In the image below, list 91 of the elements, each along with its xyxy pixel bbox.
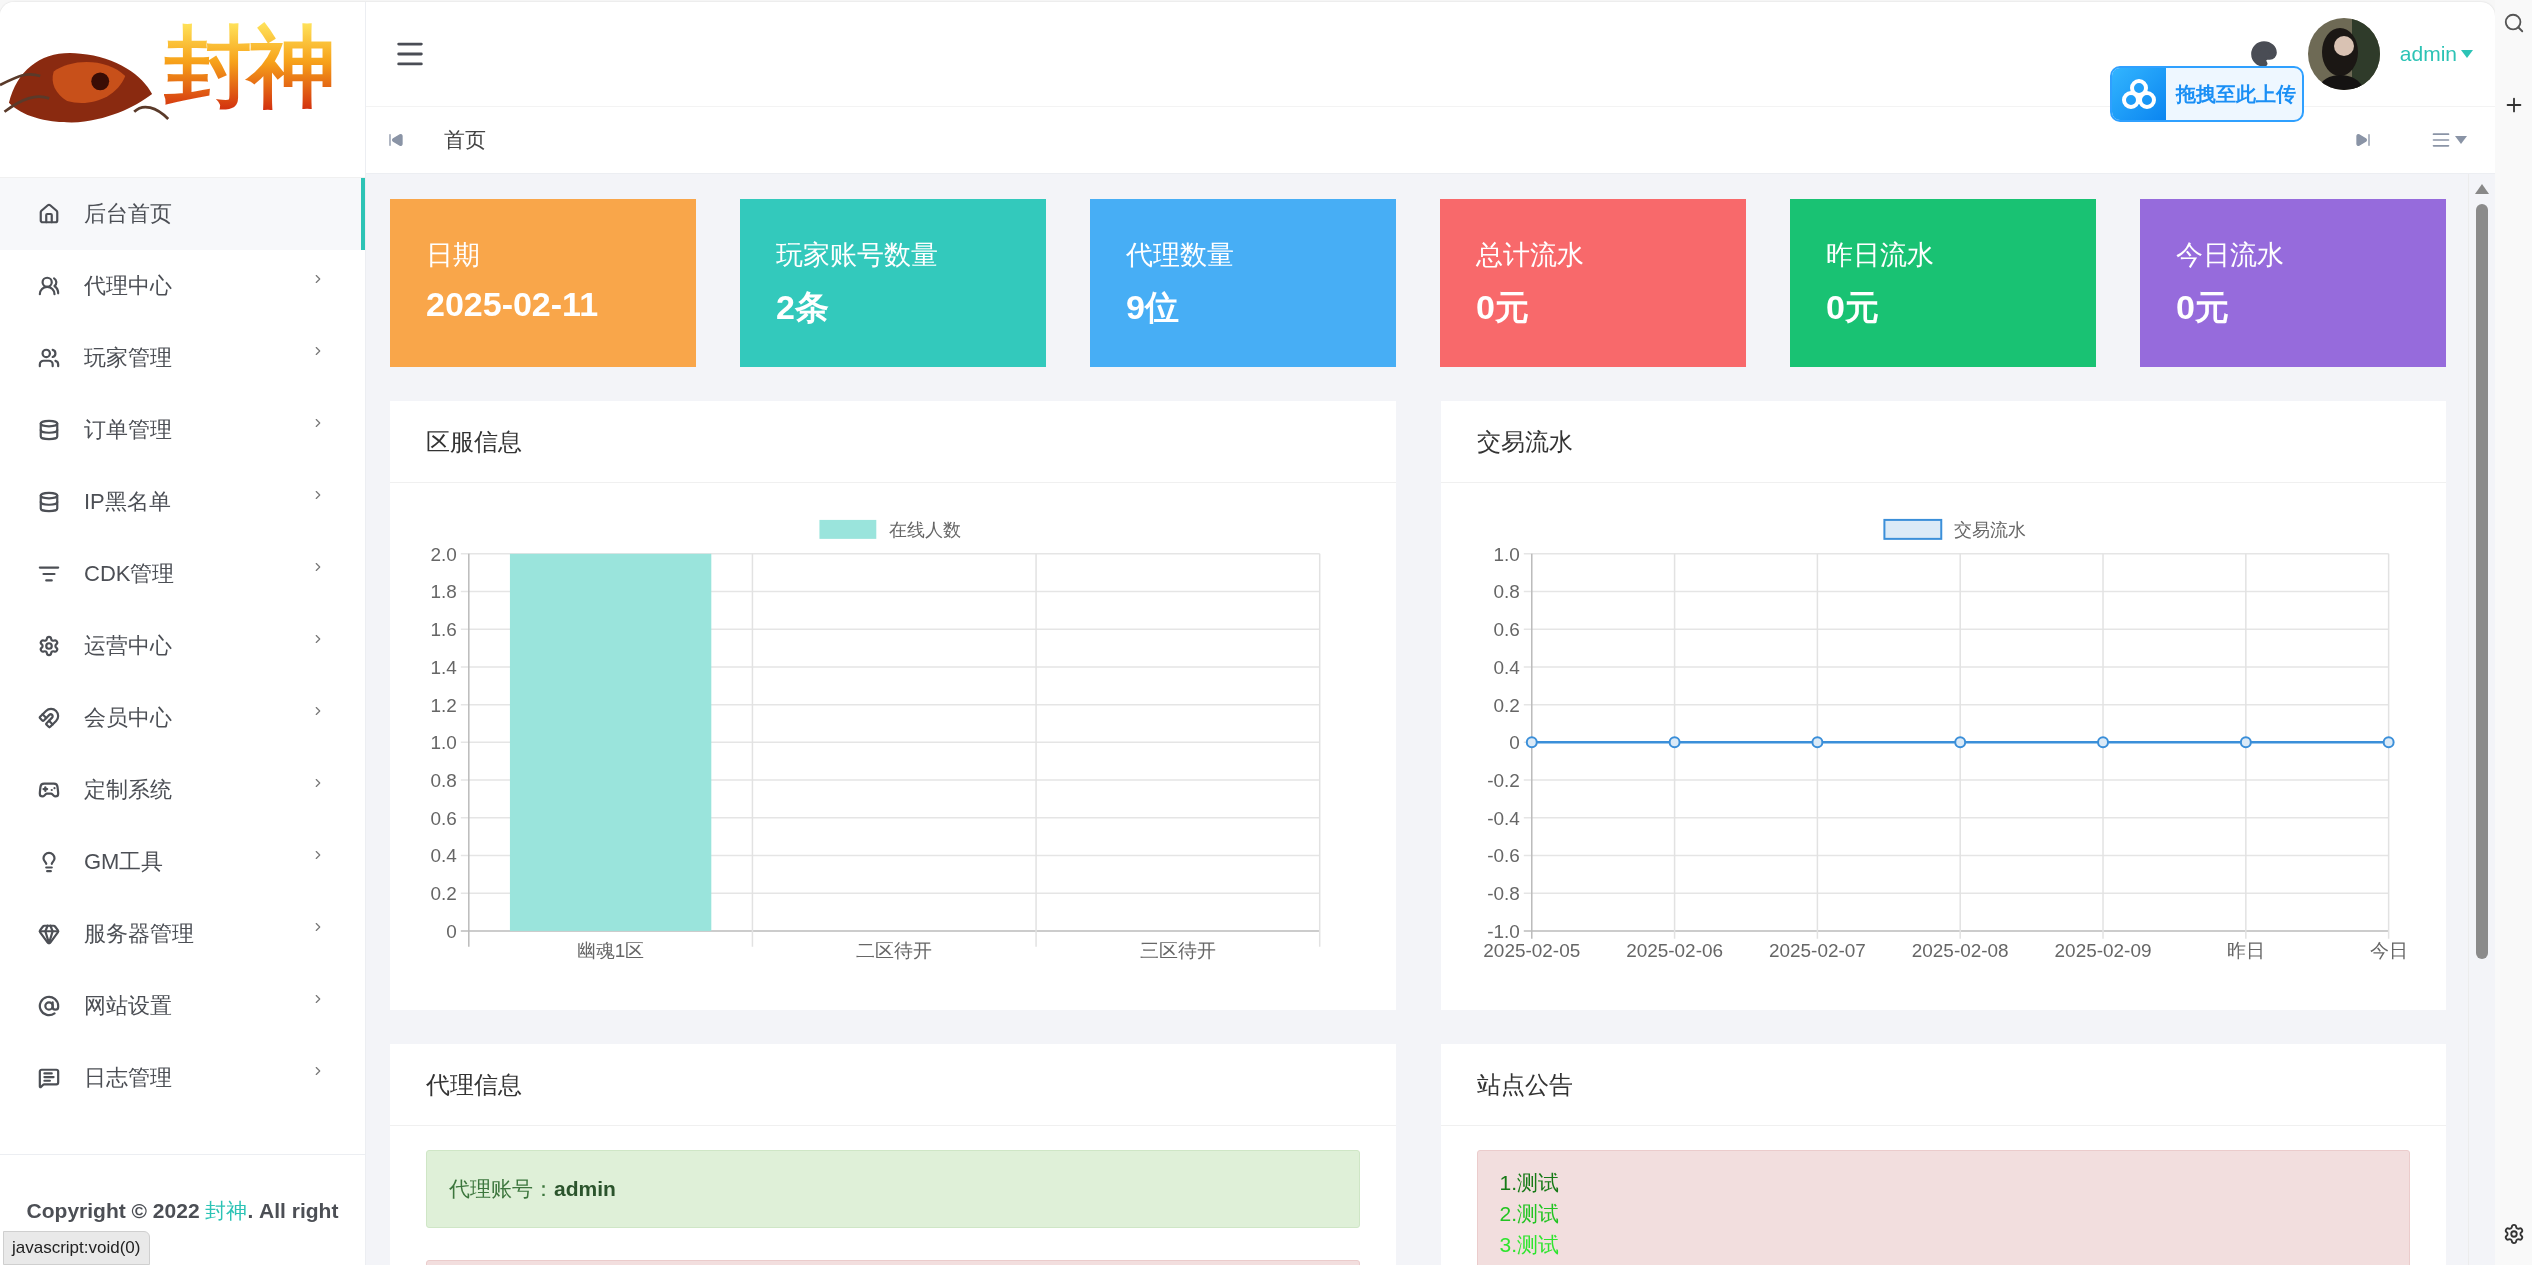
stat-title: 日期 bbox=[426, 239, 481, 272]
tab[interactable]: 首页 bbox=[444, 126, 486, 154]
list-icon bbox=[38, 563, 60, 585]
axis-label: 2025-02-08 bbox=[1911, 939, 2009, 961]
menu-lines-icon bbox=[2431, 130, 2451, 150]
axis-label: 三区待开 bbox=[1139, 939, 1216, 961]
axis-label: 2025-02-09 bbox=[2054, 939, 2151, 961]
stat-title: 代理数量 bbox=[1126, 239, 1235, 272]
stat-value: 2025-02-11 bbox=[426, 285, 600, 324]
stat-value: 0元 bbox=[1476, 287, 1530, 328]
axis-label: 1.4 bbox=[430, 656, 457, 678]
axis-label: 0.2 bbox=[1493, 694, 1520, 716]
axis-label: 1.0 bbox=[430, 732, 457, 754]
panel-title: 交易流水 bbox=[1476, 426, 1573, 457]
search-icon[interactable] bbox=[2502, 12, 2525, 34]
axis-label: 幽魂1区 bbox=[576, 939, 645, 961]
legend-label: 在线人数 bbox=[889, 519, 962, 540]
axis-label: 0.8 bbox=[1493, 581, 1520, 603]
axis-label: 2.0 bbox=[430, 543, 457, 565]
axis-label: 昨日 bbox=[2226, 939, 2265, 961]
stat-value: 2条 bbox=[776, 287, 830, 328]
axis-label: 今日 bbox=[2369, 939, 2408, 961]
legend-swatch bbox=[1882, 518, 1942, 540]
list-menu-button[interactable] bbox=[2431, 130, 2467, 150]
data-point bbox=[2239, 736, 2252, 749]
axis-label: -0.2 bbox=[1486, 770, 1520, 792]
axis-label: 1.2 bbox=[430, 694, 457, 716]
stat-title: 玩家账号数量 bbox=[776, 239, 939, 272]
axis-label: 1.6 bbox=[430, 619, 457, 641]
gamepad-icon bbox=[38, 779, 60, 801]
axis-label: 0.4 bbox=[430, 845, 457, 867]
at-sign-icon bbox=[38, 995, 60, 1017]
stat-value: 0元 bbox=[1826, 287, 1880, 328]
stat-value: 9位 bbox=[1126, 287, 1180, 328]
axis-label: 2025-02-05 bbox=[1482, 939, 1580, 961]
stat-title: 今日流水 bbox=[2176, 239, 2285, 272]
data-point bbox=[2382, 736, 2395, 749]
axis-label: 2025-02-06 bbox=[1625, 939, 1723, 961]
panel-title: 代理信息 bbox=[426, 1069, 522, 1100]
status-bar: javascript:void(0) bbox=[3, 1231, 150, 1265]
palette-icon[interactable] bbox=[2249, 40, 2278, 68]
axis-label: 2025-02-07 bbox=[1768, 939, 1866, 961]
axis-label: 二区待开 bbox=[856, 939, 933, 961]
axis-label: -0.4 bbox=[1486, 807, 1520, 829]
axis-label: 0 bbox=[446, 920, 457, 942]
menu-item[interactable]: 后台首页 bbox=[0, 178, 365, 250]
people-icon bbox=[38, 275, 60, 297]
gem-icon bbox=[38, 923, 60, 945]
cloud-icon bbox=[2112, 68, 2166, 120]
legend-label: 交易流水 bbox=[1953, 519, 2026, 540]
caret-icon bbox=[2455, 136, 2467, 144]
axis-label: 0.8 bbox=[430, 770, 457, 792]
scroll-up-icon[interactable] bbox=[2475, 184, 2489, 194]
database-icon bbox=[38, 419, 60, 441]
data-point bbox=[1668, 736, 1681, 749]
axis-label: 1.0 bbox=[1493, 543, 1520, 565]
magnet-icon bbox=[38, 707, 60, 729]
axis-label: 0.2 bbox=[430, 883, 457, 905]
alert-text: 代理账号：admin bbox=[449, 1176, 616, 1202]
axis-label: 0 bbox=[1508, 732, 1520, 754]
copyright-text: Copyright © 2022 封神. All right bbox=[26, 1198, 339, 1224]
logo-text: 封神 bbox=[164, 22, 332, 110]
axis-label: 0.6 bbox=[1493, 619, 1520, 641]
skip-back-icon[interactable] bbox=[388, 132, 404, 148]
legend-swatch bbox=[819, 519, 877, 539]
caret-icon bbox=[2461, 50, 2473, 58]
axis-label: -0.8 bbox=[1486, 883, 1520, 905]
data-point bbox=[2096, 736, 2109, 749]
skip-forward-icon[interactable] bbox=[2355, 132, 2371, 148]
users-icon bbox=[38, 347, 60, 369]
gear-icon bbox=[38, 635, 60, 657]
stat-title: 总计流水 bbox=[1476, 239, 1585, 272]
notice-line: 3.测试 bbox=[1499, 1232, 1560, 1258]
axis-label: 0.4 bbox=[1493, 656, 1520, 678]
data-point bbox=[1525, 736, 1538, 749]
panel-title: 站点公告 bbox=[1476, 1069, 1573, 1100]
notice-line: 2.测试 bbox=[1499, 1201, 1560, 1227]
stat-title: 昨日流水 bbox=[1826, 239, 1935, 272]
stat-value: 0元 bbox=[2176, 287, 2230, 328]
axis-label: -1.0 bbox=[1486, 920, 1520, 942]
settings-icon[interactable] bbox=[2502, 1223, 2525, 1245]
axis-label: -0.6 bbox=[1486, 845, 1520, 867]
axis-label: 1.8 bbox=[430, 581, 457, 603]
home-icon bbox=[38, 203, 60, 225]
notice-line: 1.测试 bbox=[1499, 1170, 1560, 1196]
panel-title: 区服信息 bbox=[426, 426, 522, 457]
message-icon bbox=[38, 1067, 60, 1089]
data-point bbox=[1953, 736, 1966, 749]
axis-label: 0.6 bbox=[430, 807, 457, 829]
database-icon bbox=[38, 491, 60, 513]
data-point bbox=[1810, 736, 1823, 749]
